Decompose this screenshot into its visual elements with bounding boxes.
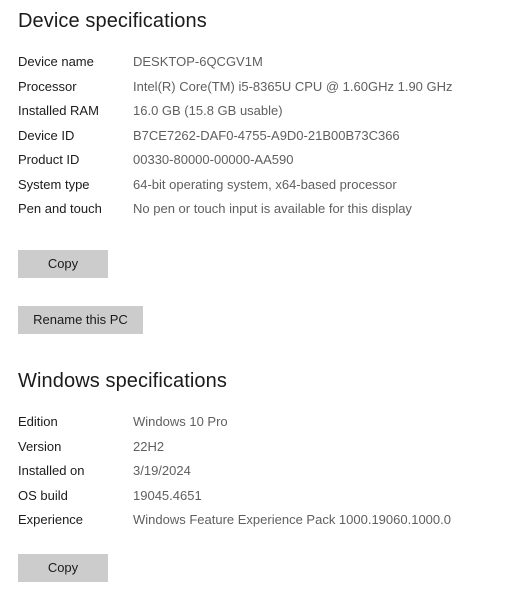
spec-row: Installed RAM 16.0 GB (15.8 GB usable) [18, 99, 514, 124]
spec-value-installed-on: 3/19/2024 [133, 463, 191, 478]
spec-label-version: Version [18, 438, 62, 454]
spec-row: Device ID B7CE7262-DAF0-4755-A9D0-21B00B… [18, 124, 514, 149]
device-specifications-table: Device name DESKTOP-6QCGV1M Processor In… [0, 50, 514, 222]
spec-value-device-id: B7CE7262-DAF0-4755-A9D0-21B00B73C366 [133, 127, 400, 143]
spec-value-device-name: DESKTOP-6QCGV1M [133, 54, 263, 69]
spec-value-system-type: 64-bit operating system, x64-based proce… [133, 176, 397, 192]
spec-label-device-id: Device ID [18, 127, 75, 143]
spec-label-os-build: OS build [18, 487, 68, 503]
spec-row: Product ID 00330-80000-00000-AA590 [18, 148, 514, 173]
spec-value-processor: Intel(R) Core(TM) i5-8365U CPU @ 1.60GHz… [133, 78, 453, 94]
spec-row: Device name DESKTOP-6QCGV1M [18, 50, 514, 75]
spec-value-experience: Windows Feature Experience Pack 1000.190… [133, 512, 451, 527]
spec-value-edition: Windows 10 Pro [133, 414, 228, 429]
spec-row: Version 22H2 [18, 435, 514, 460]
spec-row: Installed on 3/19/2024 [18, 459, 514, 484]
spec-row: Experience Windows Feature Experience Pa… [18, 508, 514, 533]
copy-windows-specifications-button[interactable]: Copy [18, 554, 108, 582]
device-specifications-heading: Device specifications [18, 10, 207, 32]
spec-row: Edition Windows 10 Pro [18, 410, 514, 435]
spec-row: Pen and touch No pen or touch input is a… [18, 197, 514, 222]
windows-specifications-heading: Windows specifications [18, 370, 227, 392]
spec-label-pen-and-touch: Pen and touch [18, 201, 102, 216]
about-settings-page: Device specifications Device name DESKTO… [0, 0, 514, 600]
windows-specifications-section: Windows specifications Edition Windows 1… [0, 368, 514, 533]
spec-value-installed-ram: 16.0 GB (15.8 GB usable) [133, 103, 283, 118]
spec-label-edition: Edition [18, 414, 58, 429]
spec-value-product-id: 00330-80000-00000-AA590 [133, 152, 294, 167]
windows-specifications-table: Edition Windows 10 Pro Version 22H2 Inst… [0, 410, 514, 533]
spec-value-version: 22H2 [133, 438, 165, 454]
rename-this-pc-button[interactable]: Rename this PC [18, 306, 143, 334]
spec-label-device-name: Device name [18, 54, 94, 69]
spec-value-os-build: 19045.4651 [133, 487, 202, 503]
spec-label-processor: Processor [18, 78, 77, 94]
spec-label-installed-on: Installed on [18, 463, 85, 478]
spec-value-pen-and-touch: No pen or touch input is available for t… [133, 201, 412, 216]
spec-label-product-id: Product ID [18, 152, 80, 167]
spec-label-experience: Experience [18, 512, 84, 527]
spec-row: Processor Intel(R) Core(TM) i5-8365U CPU… [18, 75, 514, 100]
copy-device-specifications-button[interactable]: Copy [18, 250, 108, 278]
device-specifications-section: Device specifications Device name DESKTO… [0, 8, 514, 222]
spec-label-system-type: System type [18, 176, 90, 192]
spec-label-installed-ram: Installed RAM [18, 103, 99, 118]
spec-row: System type 64-bit operating system, x64… [18, 173, 514, 198]
spec-row: OS build 19045.4651 [18, 484, 514, 509]
